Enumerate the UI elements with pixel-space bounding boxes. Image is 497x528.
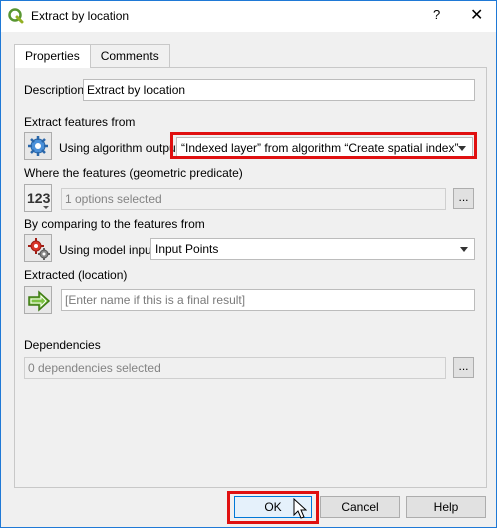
- compare-source-type-button[interactable]: [24, 234, 52, 262]
- title-close-button[interactable]: ✕: [470, 5, 483, 25]
- extract-from-label: Extract features from: [24, 115, 136, 129]
- model-input-combo[interactable]: Input Points: [150, 238, 475, 260]
- tab-bar: Properties Comments: [14, 44, 170, 68]
- window-title: Extract by location: [31, 9, 130, 23]
- help-button[interactable]: Help: [406, 496, 486, 518]
- predicate-label: Where the features (geometric predicate): [24, 166, 243, 180]
- gear-icon: [28, 136, 48, 156]
- model-input-value: Input Points: [155, 242, 219, 256]
- extracted-label: Extracted (location): [24, 268, 128, 282]
- source-type-button[interactable]: [24, 132, 52, 160]
- compare-label: By comparing to the features from: [24, 217, 205, 231]
- tab-comments[interactable]: Comments: [89, 44, 170, 67]
- cancel-button[interactable]: Cancel: [320, 496, 400, 518]
- title-bar: Extract by location ? ✕: [1, 1, 496, 32]
- svg-text:123: 123: [27, 190, 51, 206]
- predicate-field[interactable]: 1 options selected: [61, 188, 446, 210]
- dialog-window: Extract by location ? ✕ Properties Comme…: [0, 0, 497, 528]
- description-input[interactable]: Extract by location: [83, 79, 475, 101]
- algorithm-output-label: Using algorithm output: [59, 141, 180, 155]
- highlight-box: [170, 132, 477, 159]
- qgis-logo-icon: [8, 8, 24, 24]
- dependencies-select-button[interactable]: ...: [453, 357, 474, 378]
- predicate-type-button[interactable]: 123: [24, 184, 52, 212]
- dependencies-field[interactable]: 0 dependencies selected: [24, 357, 446, 379]
- model-input-gears-icon: [28, 238, 50, 260]
- tab-properties[interactable]: Properties: [14, 44, 91, 68]
- dependencies-label: Dependencies: [24, 338, 101, 352]
- mouse-cursor-icon: [293, 498, 307, 519]
- model-input-label: Using model input: [59, 243, 156, 257]
- output-name-input[interactable]: [Enter name if this is a final result]: [61, 289, 475, 311]
- dropdown-arrow-icon: [460, 247, 468, 252]
- description-label: Description: [24, 83, 85, 97]
- number-123-icon: 123: [27, 190, 51, 209]
- output-type-button[interactable]: [24, 286, 52, 314]
- predicate-select-button[interactable]: ...: [453, 188, 474, 209]
- title-help-button[interactable]: ?: [433, 7, 440, 22]
- properties-panel: Description Extract by location Extract …: [14, 67, 487, 488]
- output-arrow-icon: [28, 290, 51, 312]
